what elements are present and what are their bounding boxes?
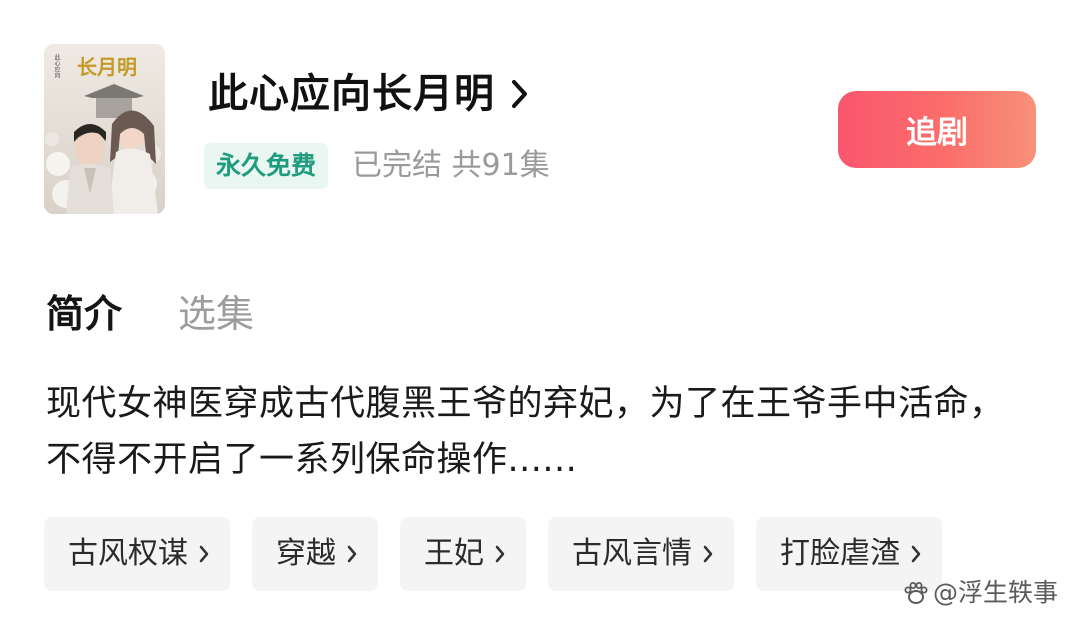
tag-label: 穿越	[276, 536, 336, 571]
drama-meta: 永久免费 已完结 共91集	[204, 143, 550, 189]
tag-label: 古风权谋	[68, 536, 188, 571]
tag-time-travel[interactable]: 穿越	[252, 517, 378, 591]
drama-description: 现代女神医穿成古代腹黑王爷的弃妃，为了在王爷手中活命，不得不开启了一系列保命操作…	[46, 384, 1005, 480]
chevron-right-icon	[495, 545, 505, 563]
chevron-right-icon	[911, 545, 921, 563]
tag-ancient-romance[interactable]: 古风言情	[548, 517, 734, 591]
poster-title: 长月明	[77, 56, 137, 79]
tag-label: 古风言情	[572, 536, 692, 571]
drama-detail-page: 长月明 此心应向 此心应向长月明 永久免费 已完结 共91集 追剧 简介 选集 …	[0, 0, 1080, 630]
detail-tabs: 简介 选集	[46, 288, 254, 340]
free-badge: 永久免费	[204, 143, 329, 189]
poster-image: 长月明 此心应向	[44, 44, 165, 214]
tag-label: 打脸虐渣	[780, 536, 900, 571]
tag-label: 王妃	[424, 536, 484, 571]
paw-icon	[904, 582, 928, 604]
chevron-right-icon	[512, 80, 527, 108]
drama-poster[interactable]: 长月明 此心应向	[44, 44, 165, 214]
genre-tags: 古风权谋 穿越 王妃 古风言情 打脸虐渣	[44, 517, 964, 591]
watermark-text: @浮生轶事	[932, 578, 1058, 607]
tag-ancient-intrigue[interactable]: 古风权谋	[44, 517, 230, 591]
drama-title-link[interactable]: 此心应向长月明	[208, 68, 531, 120]
tag-princess-consort[interactable]: 王妃	[400, 517, 526, 591]
follow-button[interactable]: 追剧	[838, 91, 1036, 168]
tab-episodes[interactable]: 选集	[178, 288, 254, 340]
episode-status: 已完结 共91集	[352, 148, 550, 183]
drama-title: 此心应向长月明	[208, 71, 495, 117]
chevron-right-icon	[703, 545, 713, 563]
poster-subtitle: 此心应向	[53, 53, 60, 78]
tab-intro[interactable]: 简介	[46, 288, 122, 340]
chevron-right-icon	[199, 545, 209, 563]
chevron-right-icon	[347, 545, 357, 563]
watermark: @浮生轶事	[903, 576, 1058, 610]
